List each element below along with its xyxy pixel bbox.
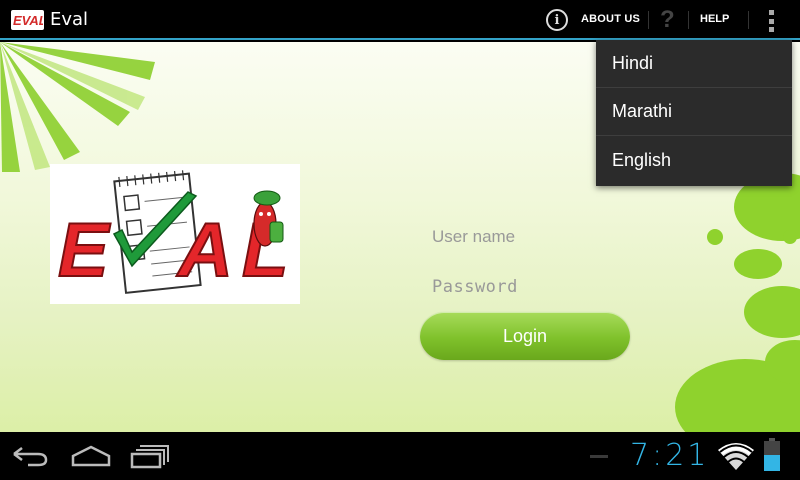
password-input[interactable]: Password	[422, 270, 632, 304]
help-button[interactable]: HELP	[700, 13, 729, 25]
menu-item-english[interactable]: English	[596, 136, 792, 184]
app-title: Eval	[50, 9, 89, 30]
info-icon[interactable]: i	[546, 9, 568, 31]
battery-icon	[764, 438, 780, 471]
username-input[interactable]: User name	[422, 220, 632, 254]
app-logo-icon: EVAL	[11, 10, 44, 30]
login-button[interactable]: Login	[420, 312, 630, 360]
svg-text:A: A	[176, 208, 233, 293]
eval-logo: E A L	[50, 164, 300, 304]
home-icon[interactable]	[70, 444, 112, 468]
menu-item-hindi[interactable]: Hindi	[596, 40, 792, 88]
notification-indicator	[590, 455, 608, 458]
wifi-icon	[718, 443, 754, 470]
language-menu: Hindi Marathi English	[596, 40, 792, 186]
divider	[648, 11, 649, 29]
menu-item-marathi[interactable]: Marathi	[596, 88, 792, 136]
svg-text:E: E	[58, 208, 111, 293]
back-icon[interactable]	[10, 444, 50, 468]
about-us-button[interactable]: ABOUT US	[581, 13, 640, 25]
status-clock: 7:21	[630, 438, 710, 473]
divider	[688, 11, 689, 29]
recents-icon[interactable]	[130, 444, 170, 470]
overflow-menu-icon[interactable]	[766, 10, 776, 32]
action-bar: EVAL Eval i ABOUT US ? HELP	[0, 0, 800, 40]
svg-text:EVAL: EVAL	[13, 13, 43, 28]
help-icon[interactable]: ?	[660, 6, 675, 34]
divider	[748, 11, 749, 29]
